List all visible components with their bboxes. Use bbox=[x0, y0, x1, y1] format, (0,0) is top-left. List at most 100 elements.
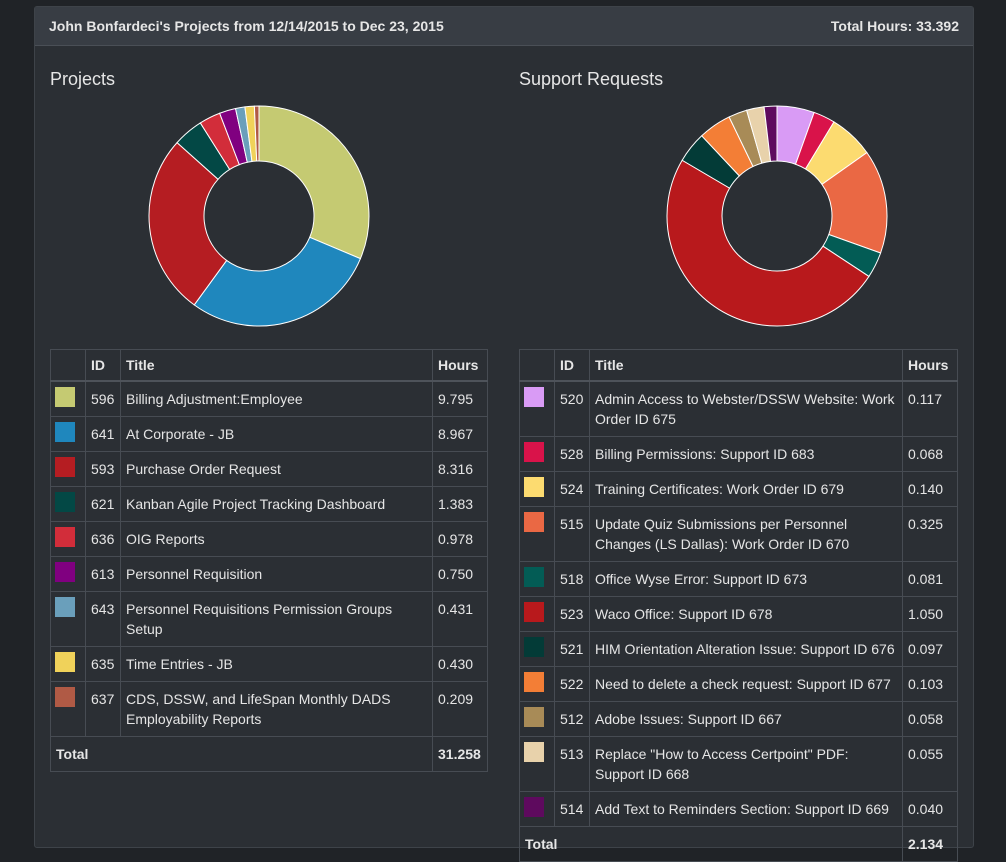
row-id: 528 bbox=[554, 436, 590, 472]
projects-heading: Projects bbox=[50, 69, 116, 89]
row-id: 643 bbox=[85, 591, 121, 647]
legend-swatch-cell bbox=[50, 591, 86, 647]
total-row: Total 31.258 bbox=[50, 736, 488, 772]
total-label: Total bbox=[50, 736, 121, 772]
row-id: 513 bbox=[554, 736, 590, 792]
row-title: Add Text to Reminders Section: Support I… bbox=[589, 791, 903, 827]
row-hours: 8.967 bbox=[432, 416, 488, 452]
legend-swatch bbox=[524, 602, 544, 622]
table-row: 637 CDS, DSSW, and LifeSpan Monthly DADS … bbox=[50, 681, 488, 737]
swatch-column-header bbox=[50, 349, 86, 382]
hours-column-header: Hours bbox=[432, 349, 488, 382]
legend-swatch bbox=[524, 672, 544, 692]
support-heading: Support Requests bbox=[519, 69, 664, 89]
table-row: 528 Billing Permissions: Support ID 683 0.… bbox=[519, 436, 958, 472]
row-id: 641 bbox=[85, 416, 121, 452]
legend-swatch bbox=[524, 742, 544, 762]
row-hours: 0.430 bbox=[432, 646, 488, 682]
row-title: Purchase Order Request bbox=[120, 451, 433, 487]
legend-swatch-cell bbox=[519, 736, 555, 792]
legend-swatch bbox=[55, 422, 75, 442]
row-hours: 0.117 bbox=[902, 380, 958, 437]
row-id: 596 bbox=[85, 380, 121, 417]
row-id: 637 bbox=[85, 681, 121, 737]
legend-swatch bbox=[524, 567, 544, 587]
projects-table: ID Title Hours 596 Billing Adjustment:Emp… bbox=[50, 349, 488, 772]
table-row: 636 OIG Reports 0.978 bbox=[50, 521, 488, 557]
row-title: Billing Permissions: Support ID 683 bbox=[589, 436, 903, 472]
donut-slice-596[interactable] bbox=[258, 105, 370, 260]
row-title: OIG Reports bbox=[120, 521, 433, 557]
row-id: 520 bbox=[554, 380, 590, 437]
table-row: 524 Training Certificates: Work Order ID … bbox=[519, 471, 958, 507]
legend-swatch bbox=[55, 652, 75, 672]
legend-swatch bbox=[524, 442, 544, 462]
table-header-row: ID Title Hours bbox=[519, 349, 958, 382]
total-spacer bbox=[120, 736, 433, 772]
row-hours: 0.209 bbox=[432, 681, 488, 737]
legend-swatch bbox=[55, 457, 75, 477]
total-row: Total 2.134 bbox=[519, 826, 958, 862]
legend-swatch-cell bbox=[519, 791, 555, 827]
legend-swatch-cell bbox=[50, 556, 86, 592]
donut-slice-641[interactable] bbox=[193, 236, 362, 327]
legend-swatch-cell bbox=[50, 451, 86, 487]
report-title: John Bonfardeci's Projects from 12/14/20… bbox=[49, 18, 444, 34]
total-value: 31.258 bbox=[432, 736, 488, 772]
row-id: 515 bbox=[554, 506, 590, 562]
row-hours: 0.140 bbox=[902, 471, 958, 507]
table-row: 520 Admin Access to Webster/DSSW Website:… bbox=[519, 380, 958, 437]
row-title: Personnel Requisition bbox=[120, 556, 433, 592]
legend-swatch bbox=[524, 637, 544, 657]
row-id: 521 bbox=[554, 631, 590, 667]
legend-swatch-cell bbox=[50, 486, 86, 522]
row-hours: 0.097 bbox=[902, 631, 958, 667]
legend-swatch bbox=[524, 797, 544, 817]
legend-swatch bbox=[524, 707, 544, 727]
legend-swatch bbox=[524, 477, 544, 497]
table-row: 515 Update Quiz Submissions per Personnel… bbox=[519, 506, 958, 562]
row-id: 523 bbox=[554, 596, 590, 632]
legend-swatch-cell bbox=[519, 380, 555, 437]
legend-swatch-cell bbox=[50, 380, 86, 417]
row-title: Kanban Agile Project Tracking Dashboard bbox=[120, 486, 433, 522]
row-title: Update Quiz Submissions per Personnel Ch… bbox=[589, 506, 903, 562]
total-value: 2.134 bbox=[902, 826, 958, 862]
table-row: 512 Adobe Issues: Support ID 667 0.058 bbox=[519, 701, 958, 737]
panel-header: John Bonfardeci's Projects from 12/14/20… bbox=[35, 7, 973, 46]
row-hours: 0.103 bbox=[902, 666, 958, 702]
id-column-header: ID bbox=[85, 349, 121, 382]
hours-column-header: Hours bbox=[902, 349, 958, 382]
legend-swatch-cell bbox=[519, 631, 555, 667]
table-row: 635 Time Entries - JB 0.430 bbox=[50, 646, 488, 682]
legend-swatch bbox=[55, 562, 75, 582]
row-hours: 0.055 bbox=[902, 736, 958, 792]
row-hours: 0.040 bbox=[902, 791, 958, 827]
legend-swatch bbox=[55, 597, 75, 617]
legend-swatch bbox=[55, 527, 75, 547]
row-title: At Corporate - JB bbox=[120, 416, 433, 452]
support-donut-chart bbox=[666, 105, 888, 327]
table-row: 522 Need to delete a check request: Suppo… bbox=[519, 666, 958, 702]
legend-swatch-cell bbox=[519, 666, 555, 702]
projects-donut-chart bbox=[148, 105, 370, 327]
legend-swatch-cell bbox=[50, 646, 86, 682]
row-title: Adobe Issues: Support ID 667 bbox=[589, 701, 903, 737]
legend-swatch-cell bbox=[519, 596, 555, 632]
row-id: 613 bbox=[85, 556, 121, 592]
row-title: Training Certificates: Work Order ID 679 bbox=[589, 471, 903, 507]
swatch-column-header bbox=[519, 349, 555, 382]
table-row: 523 Waco Office: Support ID 678 1.050 bbox=[519, 596, 958, 632]
row-id: 518 bbox=[554, 561, 590, 597]
legend-swatch-cell bbox=[519, 701, 555, 737]
row-hours: 0.081 bbox=[902, 561, 958, 597]
legend-swatch bbox=[55, 687, 75, 707]
legend-swatch-cell bbox=[519, 436, 555, 472]
projects-report-panel: John Bonfardeci's Projects from 12/14/20… bbox=[34, 6, 974, 862]
row-id: 514 bbox=[554, 791, 590, 827]
table-header-row: ID Title Hours bbox=[50, 349, 488, 382]
table-row: 643 Personnel Requisitions Permission Gro… bbox=[50, 591, 488, 647]
row-id: 636 bbox=[85, 521, 121, 557]
row-id: 621 bbox=[85, 486, 121, 522]
row-title: Admin Access to Webster/DSSW Website: Wo… bbox=[589, 380, 903, 437]
